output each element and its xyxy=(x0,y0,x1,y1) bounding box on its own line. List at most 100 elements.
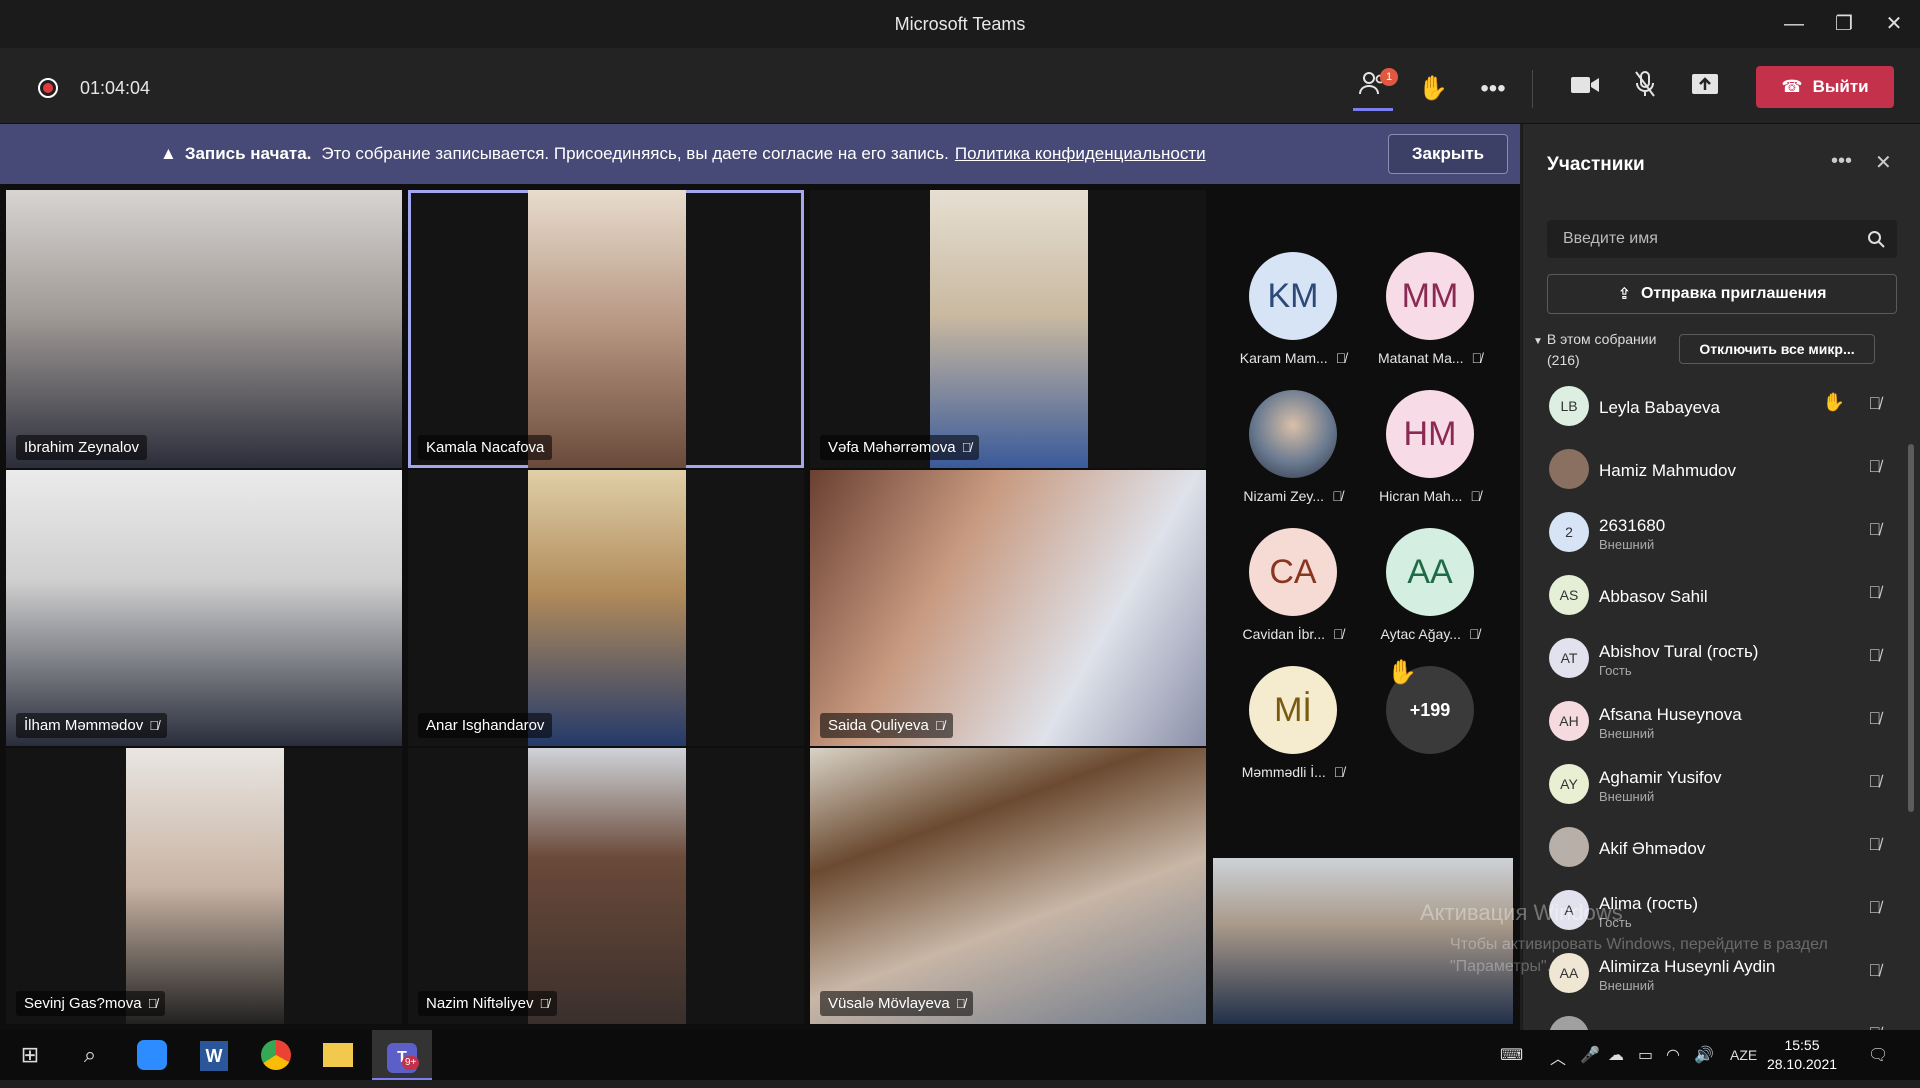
participant-video xyxy=(810,748,1206,1024)
mic-off-icon[interactable]: 🎙̸ xyxy=(1868,898,1881,918)
mic-off-icon: 🎙̸ xyxy=(1470,488,1481,504)
send-invite-button[interactable]: ⇪ Отправка приглашения xyxy=(1547,274,1897,314)
privacy-policy-link[interactable]: Политика конфиденциальности xyxy=(955,144,1206,164)
participant-row[interactable]: Akif Əhmədov 🎙̸ xyxy=(1547,817,1897,880)
avatar-participant[interactable]: KM Karam Mam... 🎙̸ xyxy=(1228,252,1358,387)
participant-row[interactable]: 2 2631680 Внешний 🎙̸ xyxy=(1547,502,1897,565)
video-tile[interactable]: Nazim Niftəliyev 🎙̸ xyxy=(408,748,804,1024)
mic-off-icon[interactable]: 🎙̸ xyxy=(1868,709,1881,729)
chevron-up-icon[interactable]: ︿ xyxy=(1550,1045,1566,1069)
participant-row[interactable]: AH Afsana Huseynova Внешний 🎙̸ xyxy=(1547,691,1897,754)
participant-name: 2631680 xyxy=(1599,516,1666,535)
panel-more-icon[interactable]: ••• xyxy=(1831,150,1852,173)
more-participants[interactable]: +199 ✋ xyxy=(1365,659,1495,801)
notifications-icon[interactable]: 🗨 xyxy=(1868,1045,1888,1065)
video-tile[interactable]: Sevinj Gas?mova 🎙̸ xyxy=(6,748,402,1024)
video-tile[interactable]: Saida Quliyeva 🎙̸ xyxy=(810,470,1206,746)
mic-off-icon[interactable]: 🎙̸ xyxy=(1868,583,1881,603)
mic-off-icon[interactable]: 🎙̸ xyxy=(1868,457,1881,477)
mic-off-icon[interactable]: 🎙̸ xyxy=(1868,961,1881,981)
search-icon[interactable] xyxy=(1867,220,1885,263)
teams-badge: 9+ xyxy=(402,1056,420,1070)
video-stage: Ibrahim Zeynalov Kamala Nacafova Vəfa Mə… xyxy=(0,184,1520,1030)
tile-name: Vüsalə Mövlayeva xyxy=(828,995,950,1012)
raise-hand-icon[interactable]: ✋ xyxy=(1414,70,1452,108)
wifi-icon[interactable]: ◠ xyxy=(1666,1045,1680,1065)
participant-row[interactable]: AT Abishov Tural (гость) Гость 🎙̸ xyxy=(1547,628,1897,691)
cloud-icon[interactable]: ☁ xyxy=(1608,1045,1624,1065)
mic-off-icon[interactable]: 🎙̸ xyxy=(1868,520,1881,540)
mute-all-button[interactable]: Отключить все микр... xyxy=(1679,334,1875,364)
camera-icon[interactable] xyxy=(1566,70,1604,108)
mic-off-icon[interactable]: 🎙̸ xyxy=(1868,646,1881,666)
avatar-name-row: Cavidan İbr... 🎙̸ xyxy=(1228,626,1358,642)
video-tile[interactable]: Anar Isghandarov xyxy=(408,470,804,746)
name-tag: Kamala Nacafova xyxy=(418,435,553,460)
avatar-participant[interactable]: Mİ Məmmədli İ... 🎙̸ xyxy=(1228,666,1358,801)
raised-hand-icon: ✋ xyxy=(1822,392,1845,412)
mic-off-icon[interactable]: 🎙̸ xyxy=(1868,772,1881,792)
participant-role: Внешний xyxy=(1599,789,1655,804)
participant-search-input[interactable]: Введите имя xyxy=(1547,220,1897,258)
participant-name: Afsana Huseynova xyxy=(1599,705,1742,724)
participant-row[interactable]: AS Abbasov Sahil 🎙̸ xyxy=(1547,565,1897,628)
restore-button[interactable]: ❐ xyxy=(1830,10,1858,38)
video-tile[interactable]: Vüsalə Mövlayeva 🎙̸ xyxy=(810,748,1206,1024)
activation-watermark-text: Чтобы активировать Windows, перейдите в … xyxy=(1450,936,1828,975)
share-screen-icon[interactable] xyxy=(1686,70,1724,108)
teams-app-icon[interactable]: T 9+ xyxy=(372,1030,432,1080)
leave-button[interactable]: ☎ Выйти xyxy=(1756,66,1894,108)
minimize-button[interactable]: — xyxy=(1780,10,1808,38)
avatar-name-row: Aytac Ağay... 🎙̸ xyxy=(1365,626,1495,642)
avatar-participant[interactable]: AA Aytac Ağay... 🎙̸ xyxy=(1365,528,1495,663)
tile-name: Kamala Nacafova xyxy=(426,439,545,456)
participant-video xyxy=(6,470,402,746)
mic-off-icon[interactable]: 🎙̸ xyxy=(1868,394,1881,414)
name-tag: Vəfa Məhərrəmova 🎙̸ xyxy=(820,435,980,460)
name-tag: Saida Quliyeva 🎙̸ xyxy=(820,713,953,738)
name-tag: Nazim Niftəliyev 🎙̸ xyxy=(418,991,558,1016)
clock-time: 15:55 xyxy=(1784,1037,1820,1053)
in-meeting-section[interactable]: ▼ В этом собрании (216) xyxy=(1533,330,1656,369)
mic-off-icon[interactable] xyxy=(1626,70,1664,108)
microphone-icon[interactable]: 🎤 xyxy=(1580,1045,1600,1065)
chrome-app-icon[interactable] xyxy=(246,1030,306,1080)
word-app-icon[interactable]: W xyxy=(184,1030,244,1080)
mic-off-icon[interactable]: 🎙̸ xyxy=(1868,835,1881,855)
participant-video xyxy=(6,190,402,468)
clock[interactable]: 15:55 28.10.2021 xyxy=(1762,1036,1842,1074)
participant-row[interactable]: LB Leyla Babayeva ✋ 🎙̸ xyxy=(1547,376,1897,439)
participant-role: Внешний xyxy=(1599,726,1655,741)
participant-row[interactable]: Hamiz Mahmudov 🎙̸ xyxy=(1547,439,1897,502)
video-tile[interactable]: Vəfa Məhərrəmova 🎙̸ xyxy=(810,190,1206,468)
chevron-down-icon: ▼ xyxy=(1533,336,1543,347)
keyboard-icon[interactable]: ⌨ xyxy=(1500,1045,1523,1065)
close-panel-icon[interactable]: ✕ xyxy=(1875,150,1892,175)
more-options-icon[interactable]: ••• xyxy=(1474,70,1512,108)
video-tile[interactable]: Ibrahim Zeynalov xyxy=(6,190,402,468)
close-window-button[interactable]: ✕ xyxy=(1880,10,1908,38)
volume-icon[interactable]: 🔊 xyxy=(1694,1045,1714,1065)
language-indicator[interactable]: AZE xyxy=(1730,1047,1757,1063)
panel-scrollbar[interactable] xyxy=(1908,444,1914,812)
participant-name: Hamiz Mahmudov xyxy=(1599,461,1736,480)
participants-panel: Участники ••• ✕ Введите имя ⇪ Отправка п… xyxy=(1522,124,1920,1056)
video-tile[interactable]: İlham Məmmədov 🎙̸ xyxy=(6,470,402,746)
participant-name: Leyla Babayeva xyxy=(1599,398,1720,417)
avatar-name: Karam Mam... xyxy=(1239,350,1328,366)
banner-title: Запись начата. xyxy=(184,144,312,163)
battery-icon[interactable]: ▭ xyxy=(1638,1045,1653,1065)
avatar-participant[interactable]: HM Hicran Mah... 🎙̸ xyxy=(1365,390,1495,525)
windows-start-icon[interactable]: ⊞ xyxy=(0,1030,60,1080)
avatar-name: Matanat Ma... xyxy=(1377,350,1464,366)
search-icon[interactable]: ⌕ xyxy=(60,1030,120,1080)
zoom-app-icon[interactable] xyxy=(122,1030,182,1080)
participant-video xyxy=(528,748,686,1024)
close-banner-button[interactable]: Закрыть xyxy=(1388,134,1508,174)
video-tile[interactable]: Kamala Nacafova xyxy=(408,190,804,468)
participant-row[interactable]: AY Aghamir Yusifov Внешний 🎙̸ xyxy=(1547,754,1897,817)
avatar-participant[interactable]: Nizami Zey... 🎙̸ xyxy=(1228,390,1358,525)
avatar-participant[interactable]: CA Cavidan İbr... 🎙̸ xyxy=(1228,528,1358,663)
file-explorer-icon[interactable] xyxy=(308,1030,368,1080)
avatar-participant[interactable]: MM Matanat Ma... 🎙̸ xyxy=(1365,252,1495,387)
